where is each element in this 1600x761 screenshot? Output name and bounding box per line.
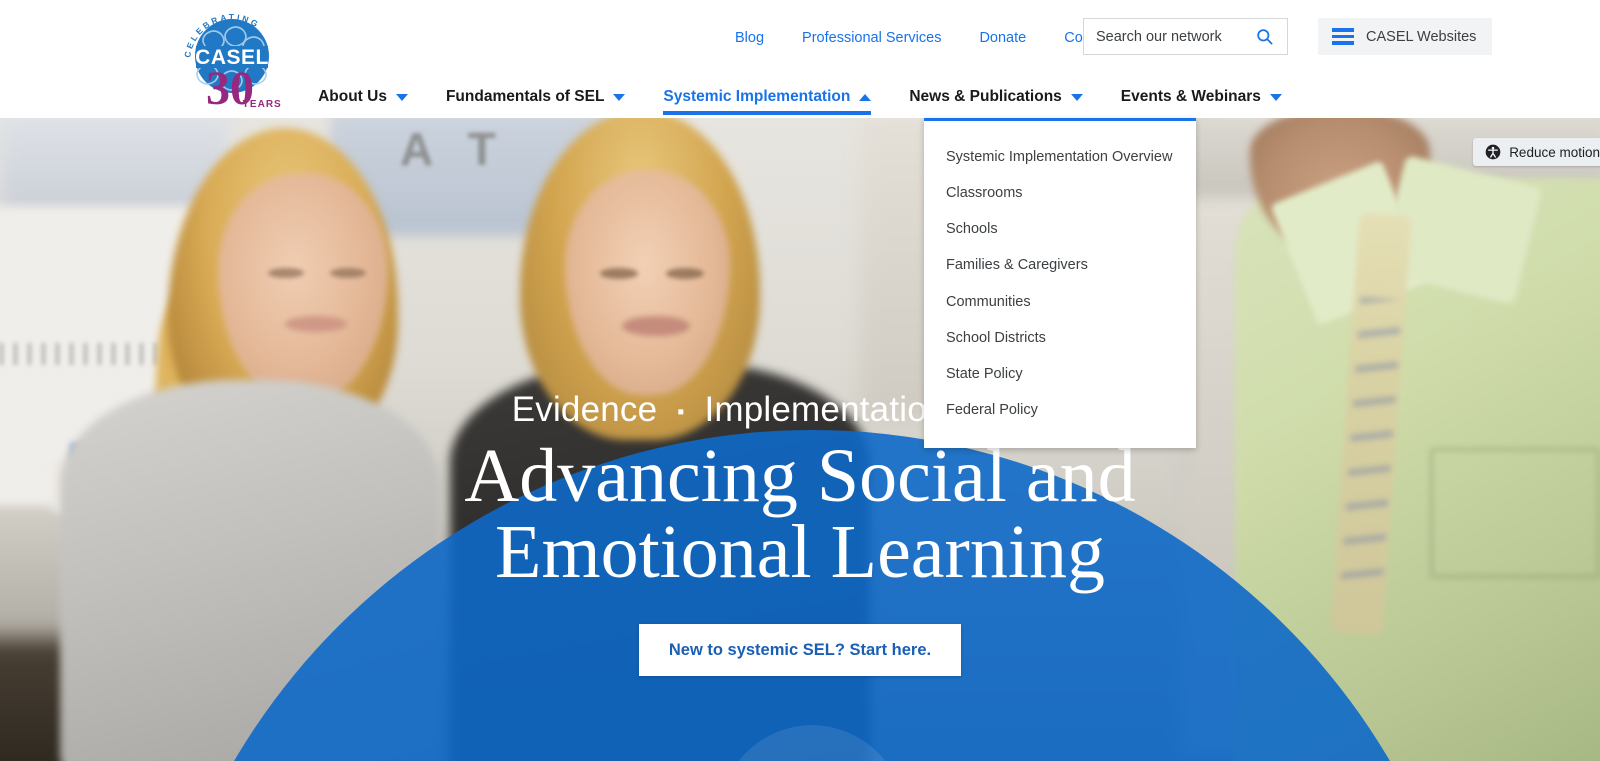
nav-item-about-us[interactable]: About Us xyxy=(299,80,427,114)
casel-homepage: CELEBRATING CASEL 30 YEARS Blog Professi… xyxy=(0,0,1600,761)
hero-eyebrow-evidence: Evidence xyxy=(511,390,658,429)
chevron-down-icon xyxy=(395,93,408,101)
search-button[interactable] xyxy=(1244,19,1284,54)
nav-label-events-webinars: Events & Webinars xyxy=(1120,88,1261,105)
chevron-down-icon xyxy=(1070,93,1083,101)
dropdown-item-school-districts[interactable]: School Districts xyxy=(924,320,1196,356)
chevron-up-icon xyxy=(859,93,872,101)
dropdown-item-state-policy[interactable]: State Policy xyxy=(924,356,1196,392)
dropdown-item-federal-policy[interactable]: Federal Policy xyxy=(924,392,1196,428)
hero-eyebrow-implementation: Implementation xyxy=(704,390,947,429)
dropdown-item-families-caregivers[interactable]: Families & Caregivers xyxy=(924,247,1196,283)
utility-link-blog[interactable]: Blog xyxy=(735,20,783,56)
dropdown-item-schools[interactable]: Schools xyxy=(924,211,1196,247)
hamburger-menu-icon xyxy=(1332,28,1354,45)
nav-item-systemic-implementation[interactable]: Systemic Implementation xyxy=(644,80,890,115)
utility-link-professional-services[interactable]: Professional Services xyxy=(783,20,960,56)
casel-websites-button[interactable]: CASEL Websites xyxy=(1318,18,1493,55)
chevron-down-icon xyxy=(613,93,626,101)
dropdown-item-communities[interactable]: Communities xyxy=(924,284,1196,320)
nav-label-about-us: About Us xyxy=(318,88,387,105)
nav-item-fundamentals-of-sel[interactable]: Fundamentals of SEL xyxy=(427,80,644,114)
hero-eyebrow-separator: ▪ xyxy=(677,401,685,423)
nav-label-news-publications: News & Publications xyxy=(909,88,1062,105)
hero-headline: Advancing Social and Emotional Learning xyxy=(0,438,1600,590)
utility-link-donate[interactable]: Donate xyxy=(960,20,1045,56)
nav-item-events-webinars[interactable]: Events & Webinars xyxy=(1102,80,1301,114)
hero-section: AT Evidence ▪ Implementation Advancing S… xyxy=(0,118,1600,761)
casel-watermark-icon: CASEL xyxy=(738,725,886,761)
search-input[interactable] xyxy=(1084,19,1244,54)
reduce-motion-button[interactable]: Reduce motion xyxy=(1473,138,1600,166)
dropdown-item-classrooms[interactable]: Classrooms xyxy=(924,175,1196,211)
hero-headline-line-1: Advancing Social and xyxy=(464,434,1136,518)
site-header: CELEBRATING CASEL 30 YEARS Blog Professi… xyxy=(0,0,1600,118)
chevron-down-icon xyxy=(1269,93,1282,101)
dropdown-item-systemic-implementation-overview[interactable]: Systemic Implementation Overview xyxy=(924,139,1196,175)
nav-label-systemic-implementation: Systemic Implementation xyxy=(663,88,851,105)
nav-label-fundamentals-of-sel: Fundamentals of SEL xyxy=(445,88,605,105)
reduce-motion-label: Reduce motion xyxy=(1509,144,1600,160)
search-icon xyxy=(1256,29,1272,45)
hero-headline-line-2: Emotional Learning xyxy=(495,510,1105,594)
hero-cta-wrapper: New to systemic SEL? Start here. xyxy=(0,624,1600,676)
systemic-implementation-dropdown: Systemic Implementation Overview Classro… xyxy=(924,118,1196,448)
utility-nav: Blog Professional Services Donate Contac… xyxy=(735,20,1133,56)
main-navigation: About Us Fundamentals of SEL Systemic Im… xyxy=(0,80,1600,118)
nav-item-news-publications[interactable]: News & Publications xyxy=(890,80,1101,114)
search-box xyxy=(1083,18,1288,55)
casel-websites-label: CASEL Websites xyxy=(1366,28,1477,45)
accessibility-icon xyxy=(1485,144,1501,160)
hero-cta-button[interactable]: New to systemic SEL? Start here. xyxy=(638,624,962,676)
hero-eyebrow: Evidence ▪ Implementation ▪ Policy xyxy=(0,390,1600,430)
